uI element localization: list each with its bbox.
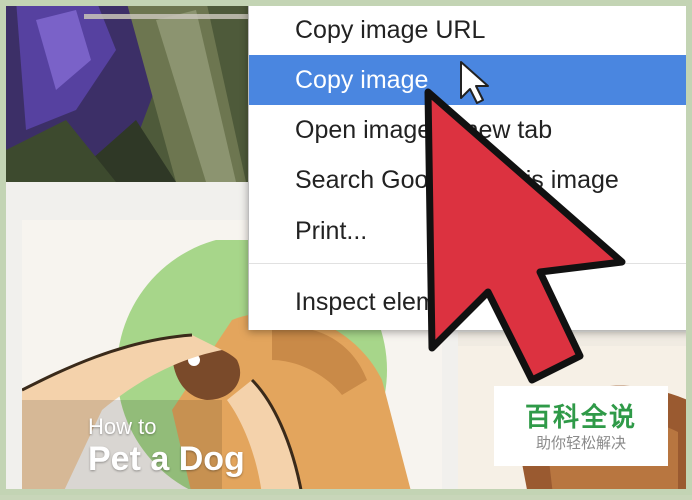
menu-item-inspect-element[interactable]: Inspect element [249, 277, 692, 327]
watermark-subtitle: 助你轻松解决 [535, 435, 626, 452]
article-card-caption: How to Pet a Dog [88, 414, 245, 478]
menu-item-copy-image[interactable]: Copy image [249, 55, 692, 105]
menu-item-print[interactable]: Print... [249, 206, 692, 256]
watermark-badge: 百科全说 助你轻松解决 [494, 386, 668, 466]
watermark-title: 百科全说 [524, 402, 637, 432]
context-menu: Copy image URL Copy image Open image in … [248, 0, 692, 330]
menu-separator [249, 263, 692, 264]
card-subtitle: How to [88, 414, 157, 439]
menu-item-copy-image-url[interactable]: Copy image URL [249, 5, 692, 55]
card-title: Pet a Dog [88, 440, 245, 478]
menu-item-search-google-image[interactable]: Search Google for this image [249, 155, 692, 205]
menu-item-open-image-new-tab[interactable]: Open image in new tab [249, 105, 692, 155]
